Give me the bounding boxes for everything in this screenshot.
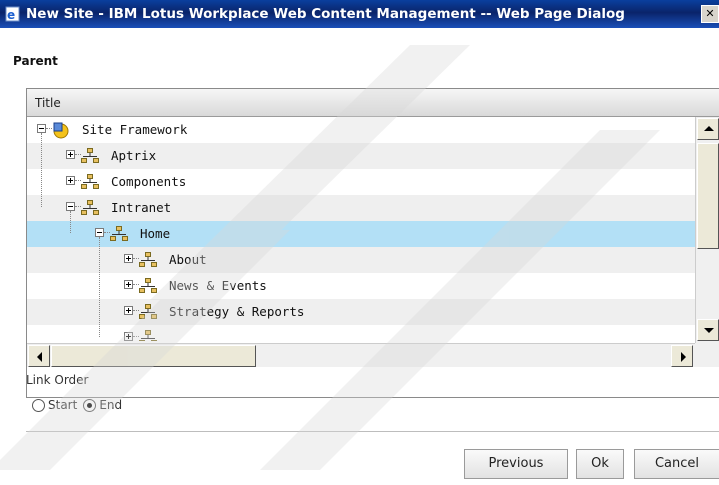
dialog-content: Parent Title Site Framework Aptrix Compone… (0, 28, 719, 485)
tree-row[interactable]: Home (27, 221, 695, 247)
link-order-options: Start End (32, 396, 128, 414)
radio-end[interactable] (83, 398, 97, 412)
svg-text:e: e (7, 8, 15, 22)
tree-connector (41, 133, 43, 207)
tree-row[interactable]: Aptrix (27, 143, 695, 169)
up-arrow-icon (704, 126, 714, 131)
window-titlebar: e New Site - IBM Lotus Workplace Web Con… (0, 0, 719, 28)
expand-plus-icon[interactable] (124, 306, 133, 315)
expand-plus-icon[interactable] (124, 332, 133, 341)
tree-row[interactable]: Site Framework (27, 117, 695, 143)
tree-connector (70, 211, 72, 233)
site-icon (81, 173, 99, 191)
collapse-minus-icon[interactable] (66, 202, 75, 211)
site-icon (139, 329, 157, 341)
right-arrow-icon (681, 352, 686, 362)
vertical-scroll-thumb[interactable] (697, 143, 719, 249)
scroll-down-button[interactable] (697, 319, 719, 341)
tree-row-label: About (169, 252, 207, 267)
site-icon (139, 277, 157, 295)
radio-start[interactable] (32, 398, 45, 412)
expand-plus-icon[interactable] (66, 176, 75, 185)
site-icon (110, 225, 128, 243)
close-button[interactable]: ✕ (701, 5, 719, 23)
tree-row[interactable]: News & Events (27, 273, 695, 299)
tree-row-label: Strategy & Reports (169, 304, 305, 319)
tree-rows: Site Framework Aptrix Components Intranet Ho… (27, 117, 695, 341)
tree-connector (99, 237, 101, 337)
vertical-scrollbar[interactable] (695, 117, 719, 343)
tree-row-label: Components (111, 174, 187, 189)
horizontal-scrollbar[interactable] (27, 343, 719, 367)
site-framework-icon (52, 121, 70, 139)
radio-end-label: End (99, 398, 123, 412)
window-title: New Site - IBM Lotus Workplace Web Conte… (26, 6, 625, 22)
tree-row[interactable]: Strategy & Reports (27, 299, 695, 325)
parent-tree: Title Site Framework Aptrix Components Intr… (26, 88, 719, 398)
ok-button[interactable]: Ok (576, 449, 624, 479)
scrollbar-corner (695, 343, 719, 367)
scroll-right-button[interactable] (671, 345, 693, 367)
ie-page-icon: e (5, 6, 20, 22)
close-icon: ✕ (705, 7, 715, 20)
expand-plus-icon[interactable] (124, 280, 133, 289)
radio-start-label: Start (48, 398, 78, 412)
scroll-left-button[interactable] (28, 345, 50, 367)
tree-row-label: Aptrix (111, 148, 157, 163)
tree-row[interactable] (27, 325, 695, 341)
tree-row-label: News & Events (169, 278, 267, 293)
site-icon (139, 303, 157, 321)
cancel-button[interactable]: Cancel (634, 449, 719, 479)
down-arrow-icon (704, 328, 714, 333)
parent-section-label: Parent (13, 54, 58, 68)
tree-row-label: Intranet (111, 200, 172, 215)
collapse-minus-icon[interactable] (37, 124, 46, 133)
link-order-label: Link Order (26, 373, 89, 387)
previous-button[interactable]: Previous (464, 449, 568, 479)
expand-plus-icon[interactable] (66, 150, 75, 159)
site-icon (81, 199, 99, 217)
scroll-up-button[interactable] (697, 118, 719, 140)
site-icon (139, 251, 157, 269)
tree-row[interactable]: Components (27, 169, 695, 195)
left-arrow-icon (37, 352, 42, 362)
divider (26, 431, 719, 432)
tree-row-label: Home (140, 226, 171, 241)
collapse-minus-icon[interactable] (95, 228, 104, 237)
horizontal-scroll-thumb[interactable] (51, 345, 256, 367)
column-header-title[interactable]: Title (27, 89, 719, 117)
site-icon (81, 147, 99, 165)
tree-row-label: Site Framework (82, 122, 188, 137)
tree-row[interactable]: Intranet (27, 195, 695, 221)
expand-plus-icon[interactable] (124, 254, 133, 263)
tree-row[interactable]: About (27, 247, 695, 273)
